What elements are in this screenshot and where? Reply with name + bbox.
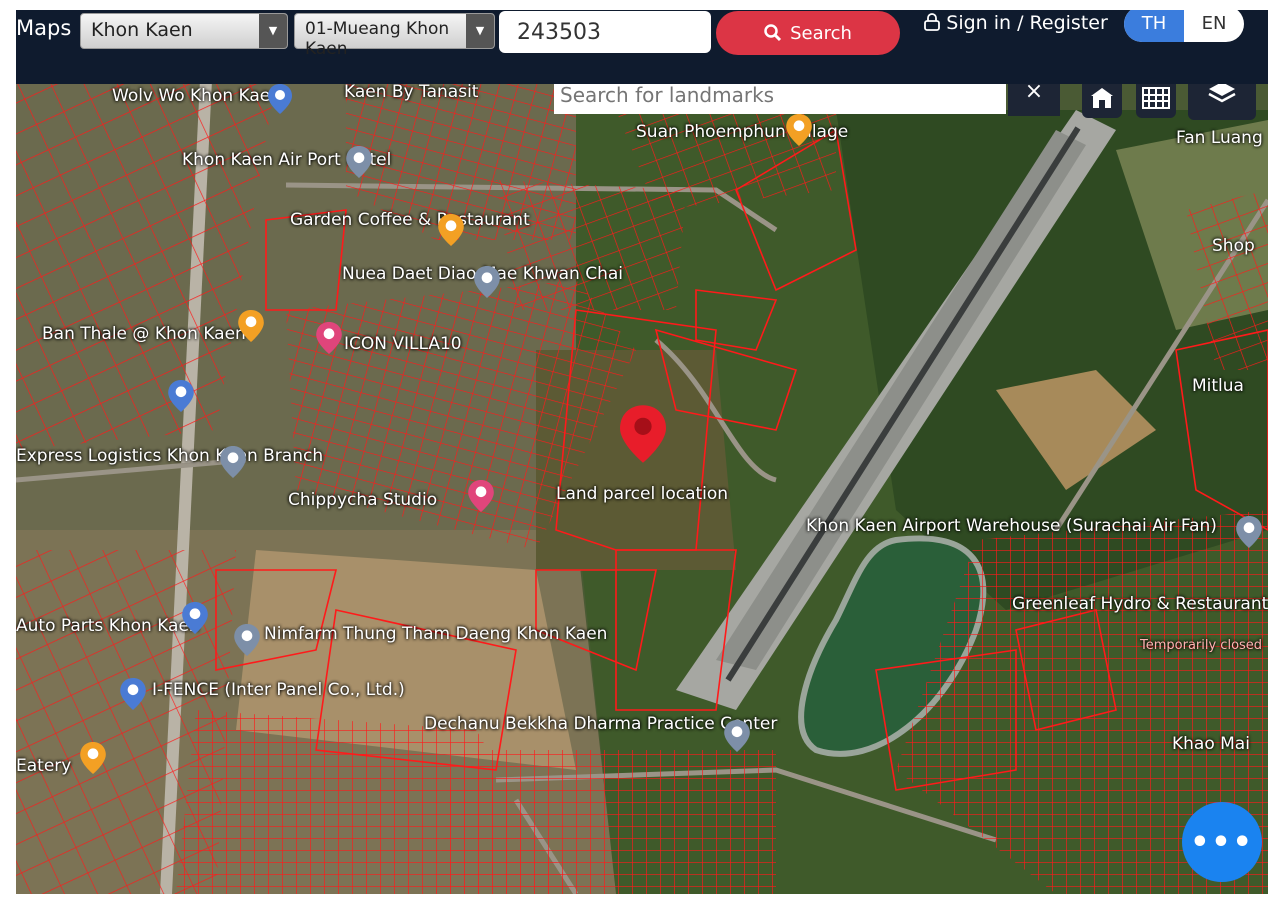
parcel-location-label: Land parcel location (556, 484, 729, 504)
poi-label[interactable]: I-FENCE (Inter Panel Co., Ltd.) (152, 680, 405, 700)
app-frame: Wolv Wo Khon Kaen Kaen By Tanasit Suan P… (16, 10, 1268, 894)
poi-label[interactable]: Greenleaf Hydro & Restaurant (1012, 594, 1268, 614)
location-pin-icon[interactable] (786, 114, 812, 146)
parcel-marker-icon[interactable] (620, 404, 666, 464)
lang-en-button[interactable]: EN (1184, 10, 1244, 42)
home-button[interactable] (1082, 78, 1122, 118)
location-pin-icon[interactable] (120, 678, 146, 710)
poi-label[interactable]: Garden Coffee & Restaurant (290, 210, 530, 230)
district-select[interactable]: 01-Mueang Khon Kaen ▼ (294, 13, 495, 59)
language-toggle[interactable]: TH EN (1124, 10, 1244, 42)
layers-icon (1208, 82, 1236, 103)
poi-label[interactable]: Temporarily closed (1140, 636, 1262, 656)
poi-label[interactable]: Kaen By Tanasit (344, 82, 478, 102)
chevron-down-icon: ▼ (259, 14, 287, 48)
location-pin-icon[interactable] (268, 84, 292, 114)
brand-label: Maps (16, 16, 72, 40)
poi-label[interactable]: ICON VILLA10 (344, 334, 462, 354)
location-pin-icon[interactable] (168, 380, 194, 412)
location-pin-icon[interactable] (80, 742, 106, 774)
location-pin-icon[interactable] (234, 624, 260, 656)
home-icon (1091, 88, 1113, 108)
search-button[interactable]: Search (716, 11, 900, 55)
poi-label[interactable]: Wolv Wo Khon Kaen (112, 86, 281, 106)
location-pin-icon[interactable] (346, 146, 372, 178)
poi-label[interactable]: Suan Phoemphun Village (636, 122, 848, 142)
poi-label[interactable]: Chippycha Studio (288, 490, 437, 510)
location-pin-icon[interactable] (238, 310, 264, 342)
location-pin-icon[interactable] (474, 266, 500, 298)
parcel-code-input[interactable] (499, 11, 711, 53)
poi-label[interactable]: Auto Parts Khon Kaen (16, 616, 200, 636)
poi-label[interactable]: Eatery (16, 756, 71, 776)
grid-toggle-button[interactable] (1136, 78, 1176, 118)
poi-label[interactable]: Nimfarm Thung Tham Daeng Khon Kaen (264, 624, 607, 644)
poi-label[interactable]: Mitlua (1192, 376, 1244, 396)
poi-label[interactable]: Express Logistics Khon Kaen Branch (16, 446, 323, 466)
location-pin-icon[interactable] (1236, 516, 1262, 548)
province-select[interactable]: Khon Kaen ▼ (80, 13, 288, 49)
grid-icon (1142, 87, 1170, 109)
search-icon (764, 24, 782, 42)
more-options-button[interactable]: ••• (1182, 802, 1262, 882)
search-button-label: Search (790, 22, 852, 44)
location-pin-icon[interactable] (220, 446, 246, 478)
location-pin-icon[interactable] (316, 322, 342, 354)
location-pin-icon[interactable] (724, 720, 750, 752)
login-register-link[interactable]: Sign in / Register (921, 10, 1111, 36)
poi-label[interactable]: Fan Luang (1176, 128, 1263, 148)
province-select-value: Khon Kaen (91, 19, 193, 41)
location-pin-icon[interactable] (438, 214, 464, 246)
poi-label[interactable]: Shop (1212, 236, 1255, 256)
login-register-label: Sign in / Register (946, 12, 1108, 34)
lock-icon (924, 13, 941, 31)
location-pin-icon[interactable] (468, 480, 494, 512)
lang-th-button[interactable]: TH (1124, 10, 1184, 42)
poi-label[interactable]: Ban Thale @ Khon Kaen (42, 324, 246, 344)
poi-label[interactable]: Khon Kaen Airport Warehouse (Surachai Ai… (806, 516, 1217, 536)
chevron-down-icon: ▼ (466, 14, 494, 48)
top-bar: Maps Khon Kaen ▼ 01-Mueang Khon Kaen ▼ S… (16, 10, 1268, 84)
poi-label[interactable]: Khao Mai (1172, 734, 1250, 754)
location-pin-icon[interactable] (182, 602, 208, 634)
